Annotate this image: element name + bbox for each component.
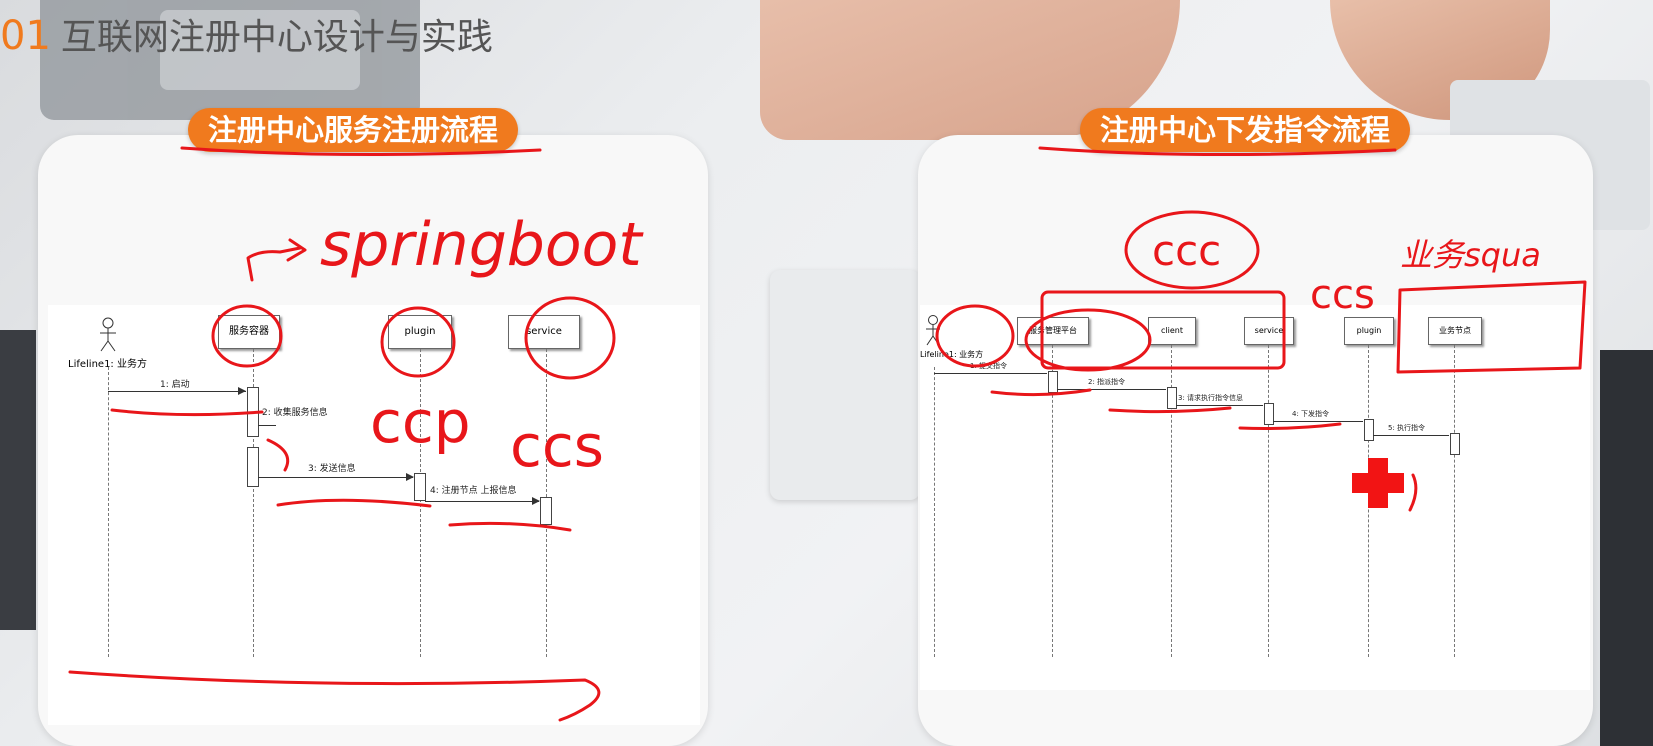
slide-number: 01 — [0, 13, 51, 59]
lifeline-dash — [108, 367, 109, 657]
lifeline-service: service — [1244, 317, 1294, 345]
activation-bar — [1450, 433, 1460, 455]
lifeline-plugin: plugin — [1344, 317, 1394, 345]
lifeline-client: client — [1148, 317, 1196, 345]
actor-icon — [100, 317, 116, 352]
message-label: 3: 请求执行指令信息 — [1178, 394, 1244, 402]
activation-bar — [247, 447, 259, 487]
message-line — [1273, 421, 1363, 422]
lifeline-dash — [934, 367, 935, 657]
annotation-squa: 业务squa — [1400, 236, 1541, 274]
lifeline-service: service — [508, 315, 580, 349]
annotation-ccp: ccp — [370, 388, 471, 456]
actor-icon — [926, 315, 940, 346]
left-sequence-diagram: Lifeline1: 业务方 服务容器 plugin service 1: 启动… — [48, 305, 700, 725]
activation-bar — [247, 387, 259, 437]
background-keyboard — [770, 270, 920, 500]
red-cross-marker — [1352, 458, 1404, 508]
actor-label: Lifeline1: 业务方 — [920, 350, 984, 359]
activation-bar — [414, 473, 426, 501]
lifeline-business-node: 业务节点 — [1428, 317, 1482, 345]
message-label: 5: 执行指令 — [1388, 424, 1426, 432]
message-label: 1: 启动 — [160, 380, 190, 390]
lifeline-dash — [1268, 345, 1269, 657]
message-label: 4: 下发指令 — [1292, 410, 1330, 418]
annotation-ccs-right: ccs — [1310, 272, 1375, 318]
message-line — [1176, 405, 1263, 406]
annotation-ccc: ccc — [1152, 226, 1222, 275]
left-section-title: 注册中心服务注册流程 — [188, 108, 519, 152]
annotation-springboot: springboot — [320, 210, 642, 280]
message-label: 3: 发送信息 — [308, 464, 356, 474]
message-line — [258, 425, 276, 426]
message-line — [258, 477, 413, 478]
lifeline-dash — [1454, 345, 1455, 657]
message-line — [934, 373, 1047, 374]
right-section-title: 注册中心下发指令流程 — [1080, 108, 1411, 152]
arrowhead — [406, 473, 414, 481]
message-label: 4: 注册节点 上报信息 — [430, 486, 517, 496]
message-line — [1057, 389, 1166, 390]
annotation-ccs-left: ccs — [510, 412, 604, 480]
lifeline-service-container: 服务容器 — [218, 315, 280, 349]
background-right-device — [1600, 350, 1653, 746]
message-label: 1: 提交指令 — [970, 362, 1008, 370]
arrowhead — [532, 497, 540, 505]
arrowhead — [238, 387, 246, 395]
slide-title: 01 互联网注册中心设计与实践 — [0, 8, 493, 60]
activation-bar — [1364, 419, 1374, 441]
lifeline-service-platform: 服务管理平台 — [1017, 317, 1089, 345]
activation-bar — [540, 497, 552, 525]
message-line — [1373, 435, 1449, 436]
right-sequence-diagram: Lifeline1: 业务方 服务管理平台 client service plu… — [920, 305, 1590, 690]
message-line — [425, 501, 539, 502]
slide-title-text: 互联网注册中心设计与实践 — [60, 17, 493, 58]
lifeline-plugin: plugin — [388, 315, 452, 349]
background-left-device — [0, 330, 36, 630]
message-line — [108, 391, 246, 392]
message-label: 2: 收集服务信息 — [262, 408, 328, 418]
message-label: 2: 指派指令 — [1088, 378, 1126, 386]
